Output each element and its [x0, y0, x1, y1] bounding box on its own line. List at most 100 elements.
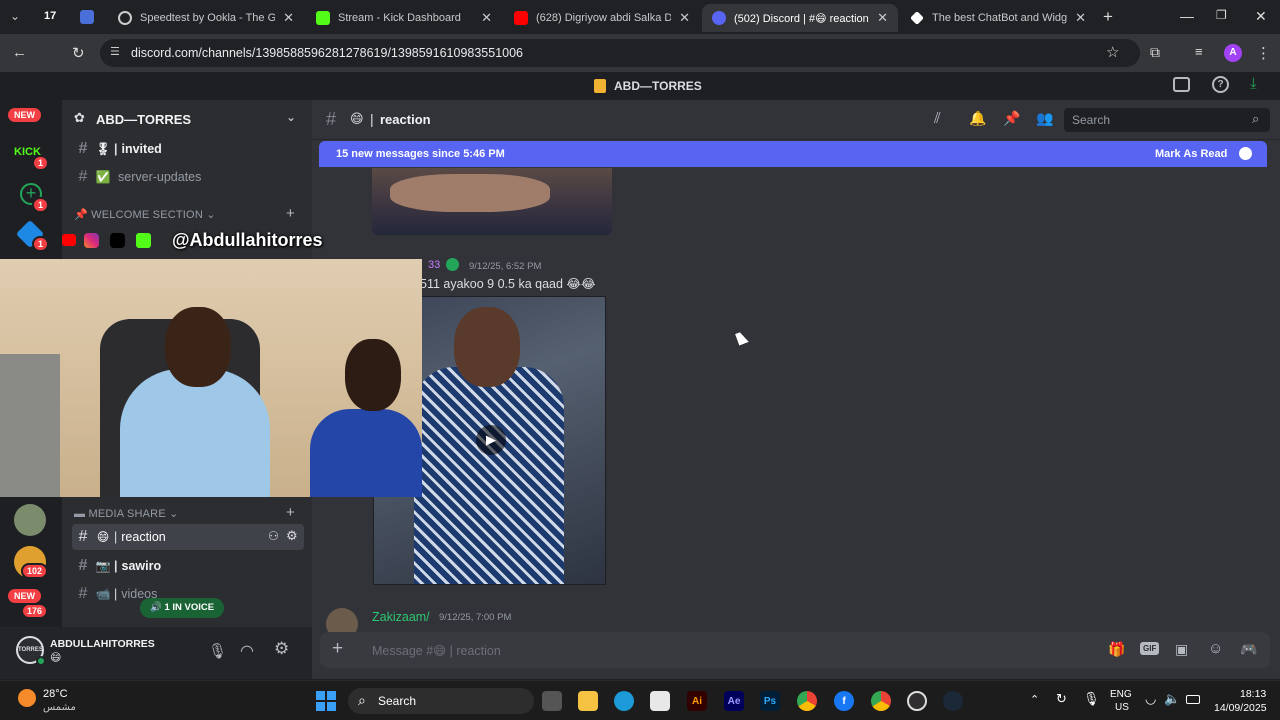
new-messages-bar[interactable]: 15 new messages since 5:46 PM Mark As Re…: [319, 141, 1267, 167]
extensions-icon[interactable]: ⧉: [1150, 44, 1160, 61]
video-head: [454, 307, 520, 387]
add-channel-button[interactable]: +: [286, 504, 295, 521]
chevron-down-icon: ⌄: [206, 209, 216, 221]
search-input[interactable]: Search ⌕: [1064, 108, 1270, 132]
speaker-icon: 🔊: [150, 602, 162, 613]
gear-icon[interactable]: ⚙: [286, 528, 298, 544]
microphone-icon[interactable]: 🎙: [208, 642, 227, 660]
chrome-icon[interactable]: [797, 691, 817, 711]
illustrator-icon[interactable]: Ai: [687, 691, 707, 711]
activities-icon[interactable]: 🎮: [1240, 641, 1257, 658]
server-avatar[interactable]: [14, 504, 46, 536]
headphones-icon[interactable]: ◠: [240, 641, 254, 661]
gif-icon[interactable]: GIF: [1140, 642, 1160, 655]
taskbar-search[interactable]: ⌕ Search: [348, 688, 534, 714]
wifi-icon[interactable]: ◡: [1145, 691, 1156, 707]
start-icon[interactable]: [316, 691, 336, 711]
add-attachment-button[interactable]: +: [332, 638, 343, 660]
webcam-person-second: [310, 409, 422, 497]
mark-as-read-button[interactable]: Mark As Read: [1155, 148, 1227, 160]
tab-chatbot[interactable]: The best ChatBot and Widgets ✕: [900, 4, 1096, 32]
voice-status-pill[interactable]: 🔊 1 IN VOICE: [140, 598, 225, 618]
channel-emoji: ✅: [95, 170, 111, 184]
category-welcome[interactable]: 📌 WELCOME SECTION ⌄: [74, 208, 216, 221]
minimize-icon[interactable]: —: [1180, 8, 1194, 24]
media-attachment[interactable]: [372, 168, 612, 235]
play-icon[interactable]: ▶: [476, 425, 506, 455]
emoji-icon[interactable]: ☺: [1208, 640, 1223, 657]
close-icon[interactable]: ✕: [679, 10, 690, 26]
photoshop-icon[interactable]: Ps: [760, 691, 780, 711]
start-tile: [327, 691, 336, 700]
close-window-icon[interactable]: ✕: [1255, 8, 1267, 25]
start-tile: [316, 691, 325, 700]
back-icon[interactable]: ←: [12, 44, 27, 61]
member-list-icon[interactable]: 👥: [1036, 110, 1053, 127]
steam-icon[interactable]: [943, 691, 963, 711]
address-bar[interactable]: ☰ discord.com/channels/13985885962812786…: [100, 39, 1140, 67]
profile-avatar[interactable]: A: [1224, 44, 1242, 62]
server-header[interactable]: ✿ ABD—TORRES ⌄: [62, 106, 312, 132]
add-channel-button[interactable]: +: [286, 205, 295, 222]
channel-name: server-updates: [118, 170, 202, 184]
edge-icon[interactable]: [614, 691, 634, 711]
pin-icon[interactable]: 📌: [1003, 110, 1020, 127]
unread-badge: 1: [32, 155, 50, 171]
chrome-icon[interactable]: [871, 691, 891, 711]
task-view-icon[interactable]: [542, 691, 562, 711]
close-icon[interactable]: ✕: [1075, 10, 1086, 26]
tab-search-icon[interactable]: ⌄: [10, 9, 20, 23]
channel-sawiro[interactable]: # 📷 | sawiro: [72, 553, 304, 579]
site-info-icon[interactable]: ☰: [110, 45, 120, 58]
gift-icon[interactable]: 🎁: [1108, 641, 1125, 658]
store-icon[interactable]: [650, 691, 670, 711]
microphone-icon[interactable]: 🎙: [1083, 691, 1100, 707]
new-tab-button[interactable]: +: [1103, 7, 1113, 27]
battery-icon[interactable]: [1186, 695, 1200, 704]
invite-icon[interactable]: ⚇: [268, 529, 279, 543]
pinned-tab-icon[interactable]: 17: [44, 10, 56, 22]
online-status-icon: [36, 656, 46, 666]
tab-speedtest[interactable]: Speedtest by Ookla - The Globa ✕: [108, 4, 304, 32]
pinned-tab-icon[interactable]: [80, 10, 94, 24]
restore-icon[interactable]: ❐: [1216, 8, 1227, 22]
close-icon[interactable]: ✕: [283, 10, 294, 26]
message-author[interactable]: Zakizaam/: [372, 610, 430, 624]
clock-time[interactable]: 18:13: [1240, 688, 1266, 700]
tab-discord[interactable]: (502) Discord | #😄 reaction | ✕: [702, 4, 898, 32]
help-icon[interactable]: ?: [1212, 76, 1229, 93]
reload-icon[interactable]: ↻: [72, 44, 85, 62]
close-icon[interactable]: ✕: [877, 10, 888, 26]
tab-kick[interactable]: Stream - Kick Dashboard ✕: [306, 4, 502, 32]
volume-icon[interactable]: 🔈: [1164, 691, 1180, 707]
facebook-icon[interactable]: f: [834, 691, 854, 711]
sync-icon[interactable]: ↻: [1056, 691, 1067, 707]
obs-icon[interactable]: [907, 691, 927, 711]
category-media-share[interactable]: ▬ MEDIA SHARE ⌄: [74, 507, 179, 520]
hash-icon: #: [78, 168, 88, 185]
tab-youtube[interactable]: (628) Digriyow abdi Salka Dhul ✕: [504, 4, 700, 32]
bell-icon[interactable]: 🔔: [969, 110, 986, 127]
channel-invited[interactable]: # 🎖 | invited: [72, 136, 304, 162]
chevron-up-icon[interactable]: ⌃: [1030, 693, 1039, 706]
after-effects-icon[interactable]: Ae: [724, 691, 744, 711]
category-label: MEDIA SHARE: [88, 508, 166, 520]
media-control-icon[interactable]: ≡: [1195, 44, 1203, 59]
category-label: WELCOME SECTION: [91, 209, 203, 221]
message-composer[interactable]: + Message #😄 | reaction 🎁 GIF ▣ ☺ 🎮: [320, 632, 1270, 668]
channel-server-updates[interactable]: # ✅ server-updates: [72, 164, 304, 190]
language-top[interactable]: ENG: [1110, 689, 1132, 700]
menu-icon[interactable]: ⋮: [1256, 44, 1271, 62]
message-timestamp: 9/12/25, 6:52 PM: [469, 261, 542, 272]
close-icon[interactable]: ✕: [481, 10, 492, 26]
channel-reaction[interactable]: # 😄 | reaction ⚇ ⚙: [72, 524, 304, 550]
weather-icon[interactable]: [18, 689, 36, 707]
sticker-icon[interactable]: ▣: [1175, 641, 1188, 658]
download-icon[interactable]: ⤓: [1250, 75, 1257, 92]
settings-gear-icon[interactable]: ⚙: [274, 639, 289, 659]
inbox-icon[interactable]: [1173, 77, 1190, 92]
message-author[interactable]: 33: [428, 259, 440, 271]
file-explorer-icon[interactable]: [578, 691, 598, 711]
threads-icon[interactable]: ⫽: [934, 110, 941, 127]
bookmark-star-icon[interactable]: ☆: [1106, 43, 1119, 61]
